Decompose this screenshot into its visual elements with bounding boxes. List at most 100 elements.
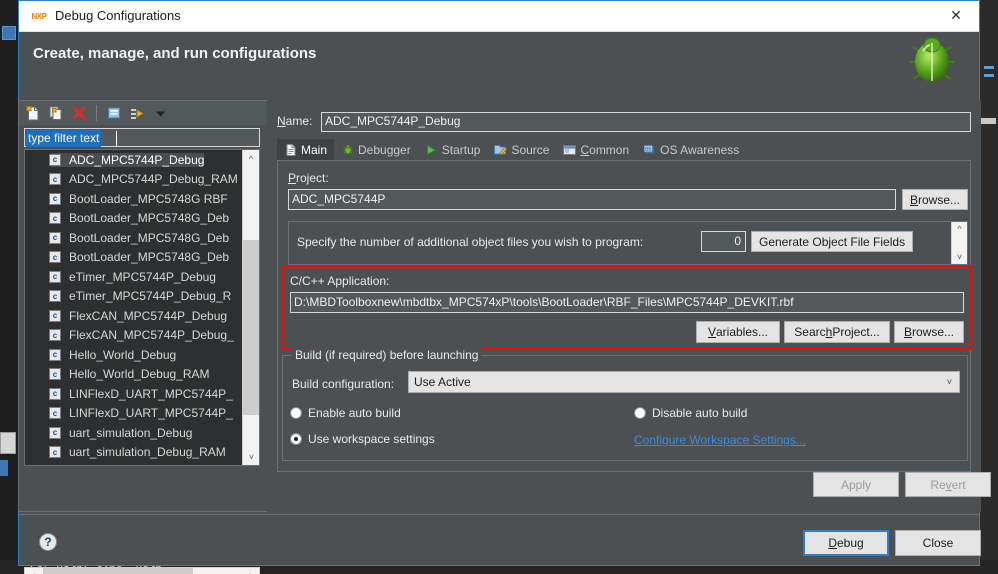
build-configuration-value: Use Active [414,375,471,389]
disable-auto-build-radio[interactable]: Disable auto build [634,406,747,420]
tab-source[interactable]: Source [487,139,556,160]
chevron-down-icon: ˅ [946,377,952,387]
scroll-down-icon[interactable]: ˅ [957,252,962,262]
configurations-tree[interactable]: c ADC_MPC5744P_Debug c ADC_MPC5744P_Debu… [24,149,260,466]
project-browse-button[interactable]: Browse... [902,189,968,210]
hscrollbar-thumb[interactable] [43,568,193,574]
tree-item-uart-simulation-debug[interactable]: c uart_simulation_Debug [25,423,243,443]
background-left-icon [2,26,16,40]
c-project-icon: c [49,387,61,400]
tree-item-launch-group[interactable]: ▶ ▶ Launch Group [25,462,243,466]
collapse-all-icon[interactable] [105,104,123,122]
c-project-icon: c [49,290,61,303]
scrollbar-thumb[interactable] [243,240,259,415]
background-right-marker-2 [984,74,994,77]
tab-label: OS Awareness [660,142,740,157]
tree-item-linflexd-uart-1[interactable]: c LINFlexD_UART_MPC5744P_ [25,384,243,404]
object-files-scrollbar[interactable]: ^ ˅ [951,222,967,264]
c-project-icon: c [49,426,61,439]
tree-horizontal-scrollbar[interactable]: ‹ › [24,567,260,574]
tree-item-linflexd-uart-2[interactable]: c LINFlexD_UART_MPC5744P_ [25,404,243,424]
radio-label: Disable auto build [652,406,748,420]
tree-item-flexcan-debug-ram[interactable]: c FlexCAN_MPC5744P_Debug_ [25,326,243,346]
tree-vertical-scrollbar[interactable]: ^ ˅ [242,150,259,465]
tree-item-label: LINFlexD_UART_MPC5744P_ [69,406,233,421]
close-button[interactable]: Close [895,530,981,556]
search-input[interactable]: type filter text [24,128,260,147]
tab-startup[interactable]: Startup [418,139,488,160]
configurations-toolbar [19,101,267,125]
tree-item-label: Hello_World_Debug [69,347,177,362]
use-workspace-settings-radio[interactable]: Use workspace settings [290,432,435,446]
tree-item-bootloader-debug-3[interactable]: c BootLoader_MPC5748G_Deb [25,248,243,268]
tree-item-label: BootLoader_MPC5748G_Deb [69,230,230,245]
c-project-icon: c [49,153,61,166]
debug-button[interactable]: Debug [803,530,889,556]
generate-object-file-fields-button[interactable]: Generate Object File Fields [751,231,914,252]
scroll-up-icon[interactable]: ^ [957,224,961,234]
configurations-tree-list: c ADC_MPC5744P_Debug c ADC_MPC5744P_Debu… [25,150,243,465]
apply-button[interactable]: Apply [813,472,899,497]
project-input[interactable]: ADC_MPC5744P [288,189,896,210]
project-label: Project: [288,171,329,185]
scroll-right-icon[interactable]: › [242,568,259,574]
tree-item-uart-simulation-debug-ram[interactable]: c uart_simulation_Debug_RAM [25,443,243,463]
tree-item-label: ADC_MPC5744P_Debug [51,152,205,167]
delete-configuration-icon[interactable] [70,104,88,122]
tree-item-bootloader-debug-1[interactable]: c BootLoader_MPC5748G_Deb [25,209,243,229]
scroll-up-icon[interactable]: ^ [243,150,259,167]
radio-dot [290,433,302,445]
configurations-panel: type filter text c ADC_MPC5744P_Debug c … [18,100,268,574]
source-folder-icon [494,143,508,156]
c-project-icon: c [49,368,61,381]
tree-item-flexcan-debug[interactable]: c FlexCAN_MPC5744P_Debug [25,306,243,326]
build-configuration-select[interactable]: Use Active ˅ [408,371,960,393]
tab-common[interactable]: Common [556,139,636,160]
tab-debugger[interactable]: Debugger [334,139,418,160]
radio-dot [634,407,646,419]
tree-item-label: BootLoader_MPC5748G_Deb [69,211,230,226]
configuration-name-input[interactable]: ADC_MPC5744P_Debug [321,112,971,132]
dialog-header: Create, manage, and run configurations [19,32,979,100]
configure-workspace-settings-link[interactable]: Configure Workspace Settings... [634,433,806,447]
toolbar-menu-arrow-icon[interactable] [151,104,169,122]
help-icon[interactable]: ? [39,533,57,551]
tree-item-adc-debug-ram[interactable]: c ADC_MPC5744P_Debug_RAM [25,170,243,190]
background-left-tab-secondary [0,460,8,476]
filter-configurations-icon[interactable] [128,104,146,122]
tree-item-bootloader-debug-2[interactable]: c BootLoader_MPC5748G_Deb [25,228,243,248]
svg-text:OS: OS [645,146,651,151]
new-configuration-icon[interactable] [24,104,42,122]
c-project-icon: c [49,251,61,264]
revert-button[interactable]: Re v ert [905,472,991,497]
enable-auto-build-radio[interactable]: Enable auto build [290,406,401,420]
scroll-down-icon[interactable]: ˅ [243,448,259,465]
tree-item-label: FlexCAN_MPC5744P_Debug_ [69,328,234,343]
os-icon: OS [643,143,656,156]
c-project-icon: c [49,231,61,244]
background-left-tab [0,432,16,454]
tab-os-awareness[interactable]: OS OS Awareness [636,139,746,160]
duplicate-configuration-icon[interactable] [47,104,65,122]
tree-item-label: FlexCAN_MPC5744P_Debug [69,308,228,323]
page-title: Create, manage, and run configurations [33,45,317,62]
tree-item-label: eTimer_MPC5744P_Debug [69,269,216,284]
application-highlight-box [282,265,972,350]
background-right-marker-1 [984,66,994,69]
tree-item-adc-debug[interactable]: c ADC_MPC5744P_Debug [25,150,243,170]
document-icon [284,143,297,156]
tree-item-label: BootLoader_MPC5748G_Deb [69,250,230,265]
scroll-left-icon[interactable]: ‹ [25,568,42,574]
toolbar-separator [96,105,97,121]
play-icon [425,143,438,156]
tab-main[interactable]: Main [277,139,335,160]
tree-item-hello-world-debug[interactable]: c Hello_World_Debug [25,345,243,365]
tree-item-hello-world-debug-ram[interactable]: c Hello_World_Debug_RAM [25,365,243,385]
tree-item-etimer-debug-ram[interactable]: c eTimer_MPC5744P_Debug_R [25,287,243,307]
tree-item-etimer-debug[interactable]: c eTimer_MPC5744P_Debug [25,267,243,287]
green-bug-icon [909,37,955,82]
close-icon[interactable]: ✕ [933,1,979,30]
c-project-icon: c [49,348,61,361]
tree-item-bootloader-rbf[interactable]: c BootLoader_MPC5748G RBF [25,189,243,209]
object-files-count-input[interactable]: 0 [701,231,746,252]
